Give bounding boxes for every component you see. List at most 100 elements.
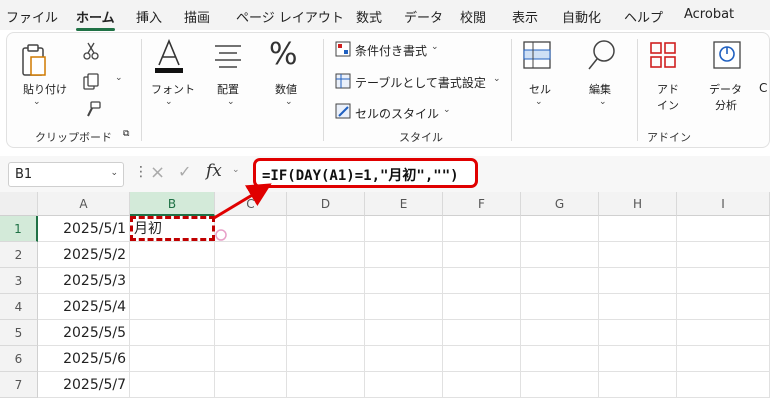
empty-cell[interactable] [365,268,443,294]
enter-icon[interactable]: ✓ [178,162,191,181]
tab-acrobat[interactable]: Acrobat [684,7,734,22]
empty-cell[interactable] [287,346,365,372]
alignment-chevron-down-icon[interactable]: ⌄ [227,97,235,107]
empty-cell[interactable] [443,372,521,398]
row-header[interactable]: 6 [0,346,38,372]
paste-chevron-down-icon[interactable]: ⌄ [33,97,41,107]
empty-cell[interactable] [215,242,287,268]
empty-cell[interactable] [599,346,677,372]
tab-data[interactable]: データ [404,7,443,26]
empty-cell[interactable] [443,268,521,294]
cell-b[interactable] [130,346,215,372]
empty-cell[interactable] [287,372,365,398]
empty-cell[interactable] [677,242,770,268]
tab-view[interactable]: 表示 [512,7,538,26]
empty-cell[interactable] [521,216,599,242]
empty-cell[interactable] [521,294,599,320]
empty-cell[interactable] [677,268,770,294]
format-painter-icon[interactable] [85,101,101,119]
column-header-b[interactable]: B [130,192,215,216]
column-header-a[interactable]: A [38,192,130,216]
empty-cell[interactable] [599,372,677,398]
cell-a[interactable]: 2025/5/1 [38,216,130,242]
empty-cell[interactable] [287,320,365,346]
empty-cell[interactable] [521,320,599,346]
row-header[interactable]: 2 [0,242,38,268]
select-all-corner[interactable] [0,192,38,216]
cell-b[interactable] [130,294,215,320]
name-box-chevron-down-icon[interactable]: ⌄ [110,168,118,178]
quick-analysis-icon[interactable] [214,228,228,242]
empty-cell[interactable] [365,372,443,398]
empty-cell[interactable] [215,372,287,398]
column-header-i[interactable]: I [677,192,770,216]
copy-icon[interactable] [83,73,99,91]
insert-function-icon[interactable]: fx [206,161,222,181]
cell-b[interactable] [130,372,215,398]
empty-cell[interactable] [215,346,287,372]
cells-chevron-down-icon[interactable]: ⌄ [535,97,543,107]
cell-a[interactable]: 2025/5/4 [38,294,130,320]
tab-page-layout[interactable]: ページ レイアウト [236,7,344,26]
empty-cell[interactable] [365,242,443,268]
cell-a[interactable]: 2025/5/7 [38,372,130,398]
cell-b[interactable] [130,268,215,294]
tab-insert[interactable]: 挿入 [136,7,162,26]
empty-cell[interactable] [599,294,677,320]
column-header-g[interactable]: G [521,192,599,216]
cancel-icon[interactable]: × [150,162,165,183]
tab-automate[interactable]: 自動化 [562,7,601,26]
tab-formulas[interactable]: 数式 [356,7,382,26]
column-header-d[interactable]: D [287,192,365,216]
column-header-f[interactable]: F [443,192,521,216]
name-box[interactable]: B1 ⌄ [8,162,124,187]
cell-a[interactable]: 2025/5/5 [38,320,130,346]
empty-cell[interactable] [287,268,365,294]
empty-cell[interactable] [215,320,287,346]
empty-cell[interactable] [365,216,443,242]
row-header[interactable]: 4 [0,294,38,320]
empty-cell[interactable] [365,320,443,346]
empty-cell[interactable] [677,294,770,320]
empty-cell[interactable] [215,294,287,320]
empty-cell[interactable] [677,320,770,346]
cell-b[interactable] [130,320,215,346]
row-header[interactable]: 3 [0,268,38,294]
tab-review[interactable]: 校閲 [460,7,486,26]
row-header[interactable]: 7 [0,372,38,398]
empty-cell[interactable] [677,372,770,398]
column-header-h[interactable]: H [599,192,677,216]
column-header-c[interactable]: C [215,192,287,216]
empty-cell[interactable] [287,242,365,268]
clipboard-launcher-icon[interactable]: ⧉ [123,129,129,139]
empty-cell[interactable] [443,320,521,346]
fx-chevron-down-icon[interactable]: ⌄ [232,165,240,175]
column-header-e[interactable]: E [365,192,443,216]
empty-cell[interactable] [521,372,599,398]
editing-chevron-down-icon[interactable]: ⌄ [599,97,607,107]
empty-cell[interactable] [443,294,521,320]
cut-icon[interactable] [83,41,99,61]
empty-cell[interactable] [365,294,443,320]
empty-cell[interactable] [521,242,599,268]
empty-cell[interactable] [287,216,365,242]
tab-file[interactable]: ファイル [6,7,58,26]
cell-a[interactable]: 2025/5/6 [38,346,130,372]
empty-cell[interactable] [215,268,287,294]
number-chevron-down-icon[interactable]: ⌄ [285,97,293,107]
empty-cell[interactable] [677,346,770,372]
row-header[interactable]: 5 [0,320,38,346]
empty-cell[interactable] [443,216,521,242]
empty-cell[interactable] [365,346,443,372]
empty-cell[interactable] [677,216,770,242]
empty-cell[interactable] [443,346,521,372]
cell-a[interactable]: 2025/5/3 [38,268,130,294]
empty-cell[interactable] [599,320,677,346]
empty-cell[interactable] [599,242,677,268]
empty-cell[interactable] [521,346,599,372]
tab-help[interactable]: ヘルプ [624,7,663,26]
row-header[interactable]: 1 [0,216,38,242]
tab-draw[interactable]: 描画 [184,7,210,26]
empty-cell[interactable] [599,268,677,294]
empty-cell[interactable] [599,216,677,242]
